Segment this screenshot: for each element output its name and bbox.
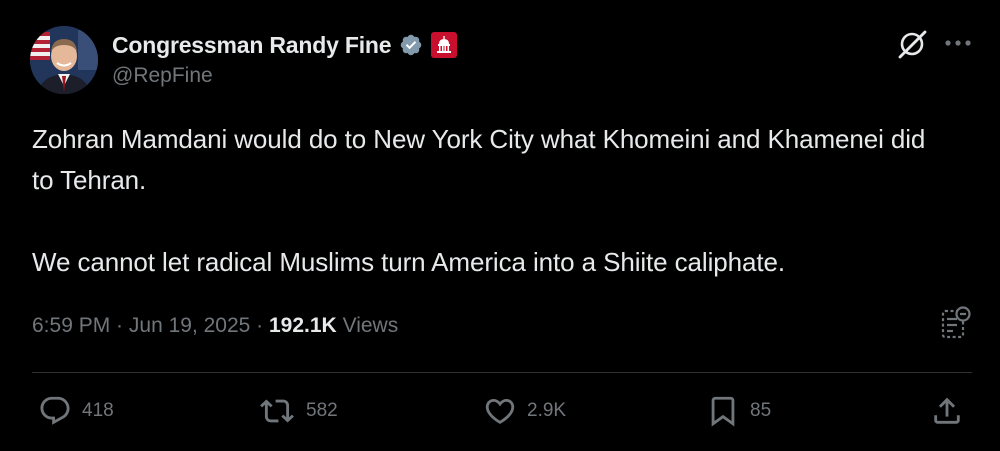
bookmark-count: 85 <box>750 400 772 421</box>
reply-button[interactable]: 418 <box>38 392 114 430</box>
government-affiliation-badge-icon[interactable] <box>431 32 458 58</box>
retweet-icon <box>260 399 294 423</box>
like-button[interactable]: 2.9K <box>483 392 566 430</box>
like-count: 2.9K <box>527 400 567 421</box>
bookmark-icon <box>711 396 735 427</box>
analytics-icon[interactable] <box>941 305 971 339</box>
author-display-name[interactable]: Congressman Randy Fine <box>112 32 392 59</box>
tweet-paragraph: Zohran Mamdani would do to New York City… <box>32 124 926 195</box>
retweet-count: 582 <box>306 400 338 421</box>
retweet-button[interactable]: 582 <box>258 392 338 430</box>
views-label: Views <box>342 314 399 337</box>
avatar[interactable] <box>30 26 98 94</box>
meta-separator: · <box>110 314 129 337</box>
divider <box>32 372 972 373</box>
verified-badge-icon[interactable] <box>399 33 423 57</box>
more-options-icon[interactable] <box>944 36 972 50</box>
tweet-paragraph: We cannot let radical Muslims turn Ameri… <box>32 247 785 277</box>
grok-icon[interactable] <box>896 28 928 60</box>
bookmark-button[interactable]: 85 <box>706 392 771 430</box>
tweet-text: Zohran Mamdani would do to New York City… <box>32 119 932 283</box>
tweet-time[interactable]: 6:59 PM <box>32 314 110 338</box>
tweet-card: Congressman Randy Fine @RepFine Zohran M… <box>0 0 1000 451</box>
author-name-row: Congressman Randy Fine <box>112 30 458 60</box>
views-count: 192.1K <box>269 314 337 337</box>
author-handle[interactable]: @RepFine <box>112 64 213 88</box>
tweet-meta: 6:59 PM · Jun 19, 2025 · 192.1K Views <box>32 310 398 342</box>
tweet-date[interactable]: Jun 19, 2025 <box>129 314 250 338</box>
share-button[interactable] <box>930 392 964 430</box>
share-icon <box>934 397 960 424</box>
meta-separator: · <box>250 314 269 337</box>
reply-count: 418 <box>82 400 114 421</box>
reply-icon <box>40 396 70 425</box>
like-icon <box>485 398 515 424</box>
